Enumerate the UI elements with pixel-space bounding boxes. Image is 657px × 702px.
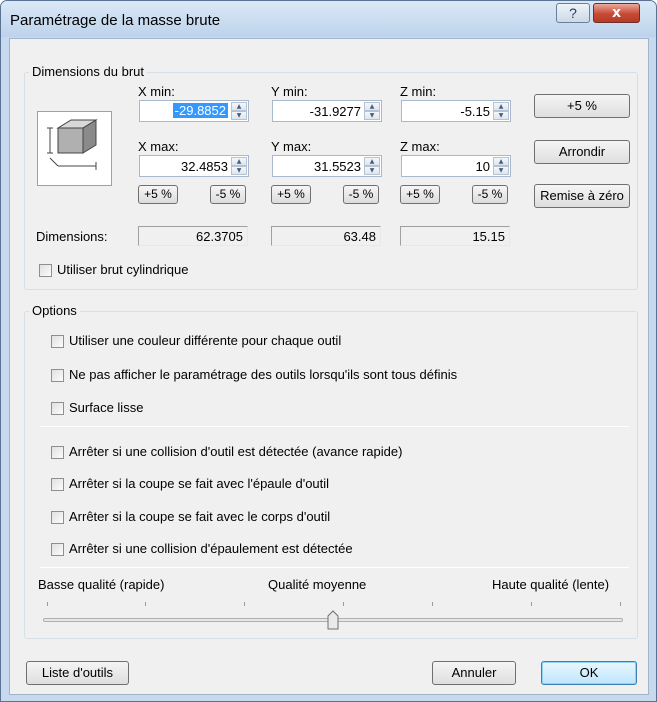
x-max-stepper[interactable]: ▲ ▼	[231, 157, 247, 175]
z-min-stepper[interactable]: ▲ ▼	[493, 102, 509, 120]
z-min-label: Z min:	[400, 84, 437, 99]
spin-up-icon[interactable]: ▲	[364, 102, 380, 111]
z-min-input[interactable]: -5.15 ▲ ▼	[401, 100, 511, 122]
z-max-stepper[interactable]: ▲ ▼	[493, 157, 509, 175]
option-label-1: Ne pas afficher le paramétrage des outil…	[69, 367, 458, 382]
spin-down-icon[interactable]: ▼	[364, 166, 380, 175]
y-min-input[interactable]: -31.9277 ▲ ▼	[272, 100, 382, 122]
slider-tick	[244, 602, 245, 606]
slider-thumb[interactable]	[327, 610, 339, 630]
dim-y-value: 63.48	[343, 229, 376, 244]
help-icon: ?	[569, 5, 577, 21]
options-separator-1	[40, 426, 629, 427]
dimensions-group-legend: Dimensions du brut	[29, 64, 147, 79]
option-label-6: Arrêter si une collision d'épaulement es…	[69, 541, 353, 556]
spin-down-icon[interactable]: ▼	[364, 111, 380, 120]
z-max-label: Z max:	[400, 139, 440, 154]
dim-z-field: 15.15	[400, 226, 510, 246]
x-min-stepper[interactable]: ▲ ▼	[231, 102, 247, 120]
z-min-value: -5.15	[460, 104, 490, 119]
spin-up-icon[interactable]: ▲	[231, 157, 247, 166]
help-button[interactable]: ?	[556, 3, 590, 23]
options-group-legend: Options	[29, 303, 80, 318]
y-min-stepper[interactable]: ▲ ▼	[364, 102, 380, 120]
y-max-label: Y max:	[271, 139, 312, 154]
slider-tick	[620, 602, 621, 606]
reset-button[interactable]: Remise à zéro	[534, 184, 630, 208]
slider-tick	[145, 602, 146, 606]
quality-high-label: Haute qualité (lente)	[492, 577, 610, 592]
x-min-input[interactable]: -29.8852 ▲ ▼	[139, 100, 249, 122]
quality-mid-label: Qualité moyenne	[268, 577, 367, 592]
cylinder-label: Utiliser brut cylindrique	[57, 262, 189, 277]
y-minus5-button[interactable]: -5 %	[343, 185, 379, 204]
spin-down-icon[interactable]: ▼	[493, 166, 509, 175]
cylinder-checkbox[interactable]	[39, 264, 52, 277]
options-separator-2	[40, 567, 629, 568]
spin-up-icon[interactable]: ▲	[231, 102, 247, 111]
option-label-4: Arrêter si la coupe se fait avec l'épaul…	[69, 476, 330, 491]
option-checkbox-0[interactable]	[51, 335, 64, 348]
slider-tick	[432, 602, 433, 606]
spin-up-icon[interactable]: ▲	[364, 157, 380, 166]
option-label-3: Arrêter si une collision d'outil est dét…	[69, 444, 403, 459]
option-checkbox-1[interactable]	[51, 369, 64, 382]
cube-icon	[47, 119, 98, 170]
x-min-label: X min:	[138, 84, 175, 99]
spin-down-icon[interactable]: ▼	[231, 111, 247, 120]
cancel-button[interactable]: Annuler	[432, 661, 516, 685]
x-min-value: -29.8852	[172, 103, 228, 118]
option-checkbox-4[interactable]	[51, 478, 64, 491]
option-label-5: Arrêter si la coupe se fait avec le corp…	[69, 509, 331, 524]
stock-preview	[37, 111, 112, 186]
plus5-all-button[interactable]: +5 %	[534, 94, 630, 118]
window-title: Paramétrage de la masse brute	[10, 12, 221, 29]
slider-tick	[47, 602, 48, 606]
spin-down-icon[interactable]: ▼	[493, 111, 509, 120]
tool-list-button[interactable]: Liste d'outils	[26, 661, 129, 685]
z-plus5-button[interactable]: +5 %	[400, 185, 440, 204]
close-icon: x	[611, 5, 622, 21]
x-max-label: X max:	[138, 139, 179, 154]
option-checkbox-5[interactable]	[51, 511, 64, 524]
option-label-0: Utiliser une couleur différente pour cha…	[69, 333, 342, 348]
slider-tick	[343, 602, 344, 606]
option-checkbox-6[interactable]	[51, 543, 64, 556]
y-max-input[interactable]: 31.5523 ▲ ▼	[272, 155, 382, 177]
y-plus5-button[interactable]: +5 %	[271, 185, 311, 204]
z-max-value: 10	[475, 159, 490, 174]
spin-down-icon[interactable]: ▼	[231, 166, 247, 175]
x-minus5-button[interactable]: -5 %	[210, 185, 246, 204]
z-minus5-button[interactable]: -5 %	[472, 185, 508, 204]
y-min-value: -31.9277	[309, 104, 361, 119]
quality-slider[interactable]	[38, 597, 628, 631]
round-button[interactable]: Arrondir	[534, 140, 630, 164]
ok-button[interactable]: OK	[541, 661, 637, 685]
dimensions-label: Dimensions:	[36, 229, 108, 244]
slider-tick	[531, 602, 532, 606]
y-max-value: 31.5523	[314, 159, 361, 174]
x-max-input[interactable]: 32.4853 ▲ ▼	[139, 155, 249, 177]
dim-y-field: 63.48	[271, 226, 381, 246]
title-bar[interactable]: Paramétrage de la masse brute ? x	[1, 1, 656, 37]
option-checkbox-3[interactable]	[51, 446, 64, 459]
option-checkbox-2[interactable]	[51, 402, 64, 415]
spin-up-icon[interactable]: ▲	[493, 157, 509, 166]
z-max-input[interactable]: 10 ▲ ▼	[401, 155, 511, 177]
option-label-2: Surface lisse	[69, 400, 144, 415]
y-max-stepper[interactable]: ▲ ▼	[364, 157, 380, 175]
quality-low-label: Basse qualité (rapide)	[38, 577, 165, 592]
dialog-content: Dimensions du brut X min: Y min: Z min: …	[9, 38, 649, 695]
dim-x-field: 62.3705	[138, 226, 248, 246]
dialog-window: Paramétrage de la masse brute ? x Dimens…	[0, 0, 657, 702]
spin-up-icon[interactable]: ▲	[493, 102, 509, 111]
close-button[interactable]: x	[593, 3, 640, 23]
dim-z-value: 15.15	[472, 229, 505, 244]
y-min-label: Y min:	[271, 84, 308, 99]
dim-x-value: 62.3705	[196, 229, 243, 244]
x-max-value: 32.4853	[181, 159, 228, 174]
x-plus5-button[interactable]: +5 %	[138, 185, 178, 204]
